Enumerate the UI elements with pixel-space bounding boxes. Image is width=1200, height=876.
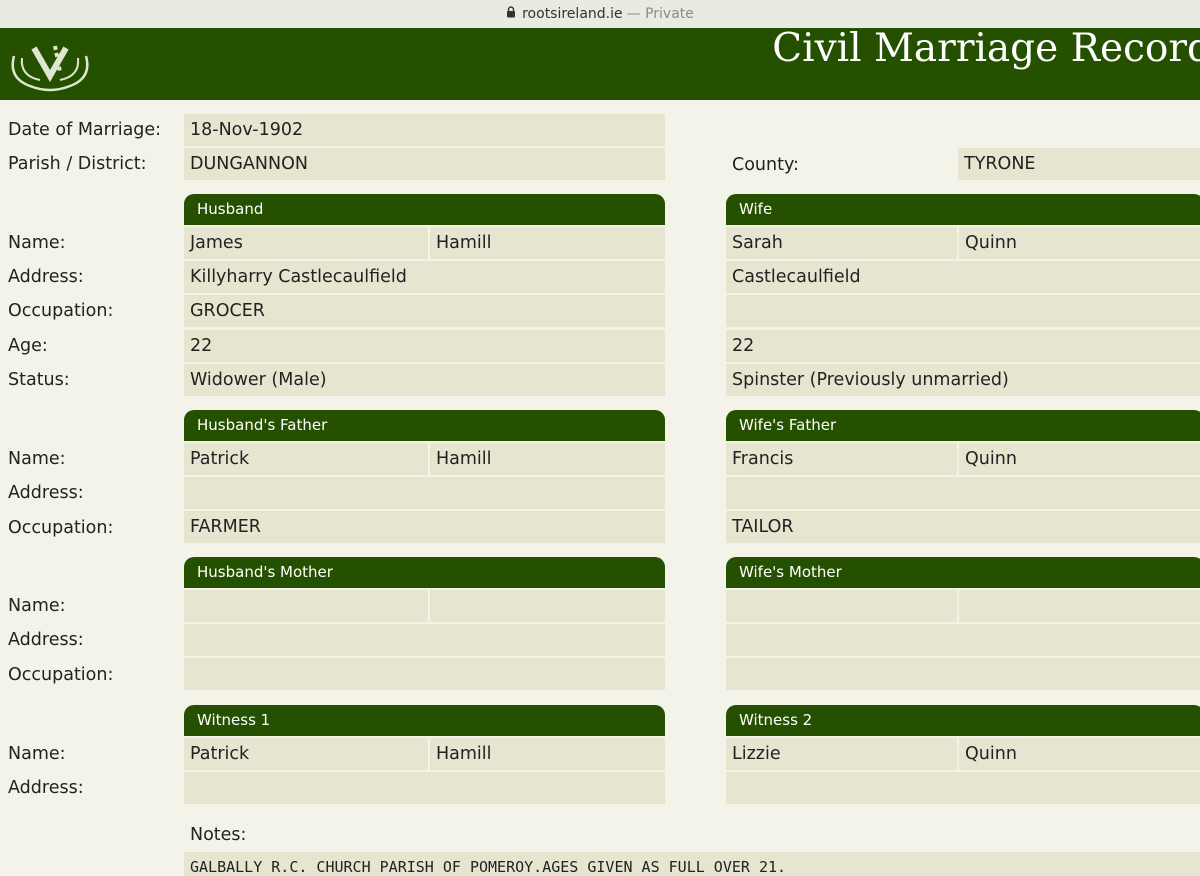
date-of-marriage-value: 18-Nov-1902	[184, 114, 665, 146]
wife-father-occupation: TAILOR	[726, 511, 1200, 543]
husband-last-name: Hamill	[430, 227, 665, 259]
husband-age: 22	[184, 330, 665, 362]
wife-last-name: Quinn	[959, 227, 1200, 259]
wife-father-section-header: Wife's Father	[726, 410, 1200, 441]
witness2-address	[726, 772, 1200, 804]
parish-value: DUNGANNON	[184, 148, 665, 180]
father-occupation-label: Occupation:	[8, 518, 114, 538]
husband-mother-section-header: Husband's Mother	[184, 557, 665, 588]
county-label: County:	[732, 155, 799, 175]
wife-age: 22	[726, 330, 1200, 362]
wife-father-first-name: Francis	[726, 443, 957, 475]
father-name-label: Name:	[8, 449, 66, 469]
husband-father-section-header: Husband's Father	[184, 410, 665, 441]
husband-father-first-name: Patrick	[184, 443, 428, 475]
witness-name-label: Name:	[8, 744, 66, 764]
husband-mother-first-name	[184, 590, 428, 622]
husband-status: Widower (Male)	[184, 364, 665, 396]
wife-address: Castlecaulfield	[726, 261, 1200, 293]
age-label: Age:	[8, 336, 48, 356]
wife-mother-occupation	[726, 658, 1200, 690]
wife-status: Spinster (Previously unmarried)	[726, 364, 1200, 396]
wife-first-name: Sarah	[726, 227, 957, 259]
witness1-first-name: Patrick	[184, 738, 428, 770]
wife-mother-last-name	[959, 590, 1200, 622]
notes-label: Notes:	[190, 825, 247, 845]
husband-mother-last-name	[430, 590, 665, 622]
husband-father-address	[184, 477, 665, 509]
witness2-last-name: Quinn	[959, 738, 1200, 770]
witness-address-label: Address:	[8, 778, 84, 798]
site-header: Civil Marriage Record	[0, 28, 1200, 100]
mother-name-label: Name:	[8, 596, 66, 616]
husband-occupation: GROCER	[184, 295, 665, 327]
domain-text: rootsireland.ie	[522, 6, 623, 22]
husband-first-name: James	[184, 227, 428, 259]
occupation-label: Occupation:	[8, 301, 114, 321]
husband-mother-occupation	[184, 658, 665, 690]
wife-father-last-name: Quinn	[959, 443, 1200, 475]
wife-mother-first-name	[726, 590, 957, 622]
witness1-section-header: Witness 1	[184, 705, 665, 736]
parish-label: Parish / District:	[8, 154, 147, 174]
lock-icon	[506, 6, 516, 22]
page-title: Civil Marriage Record	[772, 28, 1200, 71]
status-label: Status:	[8, 370, 70, 390]
address-label: Address:	[8, 267, 84, 287]
husband-address: Killyharry Castlecaulfield	[184, 261, 665, 293]
private-indicator: — Private	[626, 6, 694, 22]
husband-father-last-name: Hamill	[430, 443, 665, 475]
wife-father-address	[726, 477, 1200, 509]
mother-occupation-label: Occupation:	[8, 665, 114, 685]
site-logo-icon[interactable]	[0, 28, 100, 98]
husband-mother-address	[184, 624, 665, 656]
witness2-first-name: Lizzie	[726, 738, 957, 770]
address-bar[interactable]: rootsireland.ie — Private	[0, 0, 1200, 29]
wife-mother-address	[726, 624, 1200, 656]
name-label: Name:	[8, 233, 66, 253]
mother-address-label: Address:	[8, 630, 84, 650]
father-address-label: Address:	[8, 483, 84, 503]
witness2-section-header: Witness 2	[726, 705, 1200, 736]
husband-father-occupation: FARMER	[184, 511, 665, 543]
wife-mother-section-header: Wife's Mother	[726, 557, 1200, 588]
witness1-last-name: Hamill	[430, 738, 665, 770]
wife-occupation	[726, 295, 1200, 327]
witness1-address	[184, 772, 665, 804]
husband-section-header: Husband	[184, 194, 665, 225]
wife-section-header: Wife	[726, 194, 1200, 225]
date-of-marriage-label: Date of Marriage:	[8, 120, 162, 140]
notes-text: GALBALLY R.C. CHURCH PARISH OF POMEROY.A…	[184, 852, 1200, 876]
county-value: TYRONE	[958, 148, 1200, 180]
